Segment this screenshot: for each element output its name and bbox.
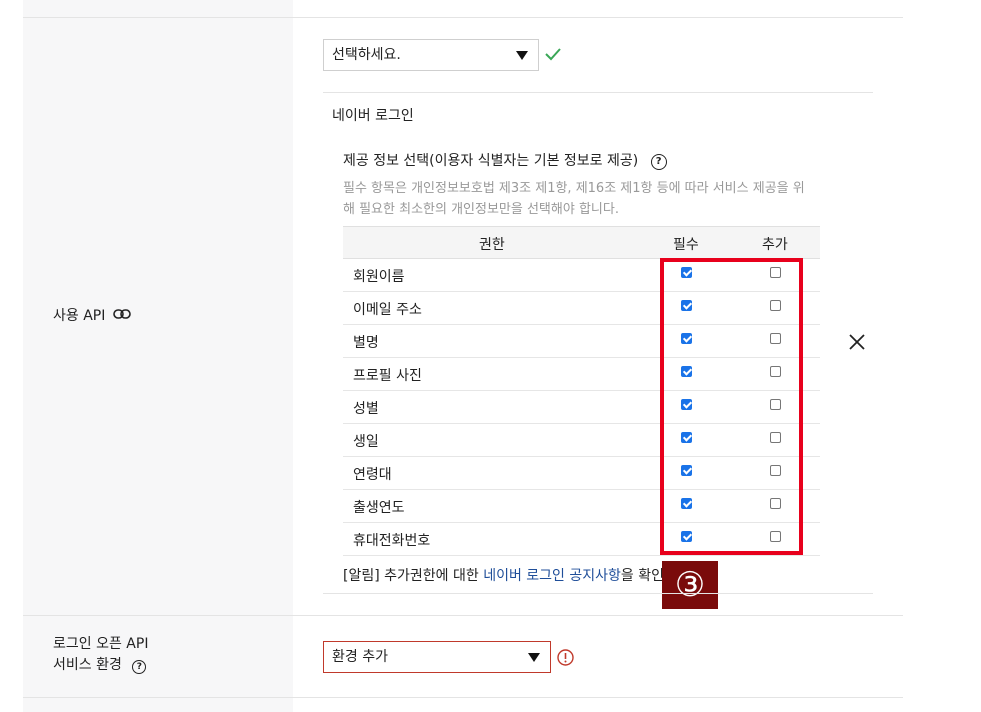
permission-label: 프로필 사진 [353, 368, 422, 384]
top-divider [23, 17, 903, 18]
openapi-label-line2-row: 서비스 환경 ? [53, 655, 148, 676]
step-badge-label: ③ [674, 565, 706, 605]
desc-line2: 해 필요한 최소한의 개인정보만을 선택해야 합니다. [343, 202, 619, 217]
header-additional: 추가 [762, 237, 788, 253]
api-label: 사용 API [53, 308, 106, 324]
api-select-value: 선택하세요. [332, 47, 401, 63]
link-icon[interactable] [113, 306, 131, 326]
left-label-column [23, 0, 293, 712]
help-icon[interactable]: ? [650, 154, 667, 170]
highlight-box [660, 258, 803, 555]
table-header: 권한 필수 추가 [343, 226, 820, 259]
openapi-env-label: 로그인 오픈 API 서비스 환경 ? [53, 634, 148, 676]
info-description: 필수 항목은 개인정보보호법 제3조 제1항, 제16조 제1항 등에 따라 서… [343, 178, 805, 220]
chevron-down-icon [528, 653, 540, 662]
header-permission: 권한 [479, 237, 505, 253]
warning-icon [557, 649, 574, 670]
notice-text: [알림] 추가권한에 대한 네이버 로그인 공지사항을 확인 [343, 565, 664, 585]
notice-prefix: [알림] 추가권한에 대한 [343, 568, 484, 584]
desc-line1: 필수 항목은 개인정보보호법 제3조 제1항, 제16조 제1항 등에 따라 서… [343, 181, 805, 196]
openapi-label-line1: 로그인 오픈 API [53, 636, 149, 652]
chevron-down-icon [516, 51, 528, 60]
permission-label: 출생연도 [353, 500, 405, 516]
step-badge: ③ [662, 561, 718, 609]
permission-label: 연령대 [353, 467, 392, 483]
api-label-row: 사용 API [53, 306, 131, 326]
permission-label: 회원이름 [353, 269, 405, 285]
bottom-divider [23, 697, 903, 698]
permission-label: 생일 [353, 434, 379, 450]
notice-link[interactable]: 네이버 로그인 공지사항 [483, 568, 621, 584]
check-icon [544, 46, 562, 65]
permission-label: 이메일 주소 [353, 302, 422, 318]
info-title: 제공 정보 선택(이용자 식별자는 기본 정보로 제공) [343, 153, 639, 169]
openapi-label-line2: 서비스 환경 [53, 657, 122, 673]
env-select-value: 환경 추가 [332, 649, 388, 665]
login-section-title: 네이버 로그인 [332, 108, 414, 124]
help-icon[interactable]: ? [132, 660, 147, 674]
header-required: 필수 [673, 237, 699, 253]
api-select[interactable]: 선택하세요. [323, 39, 539, 71]
permission-label: 휴대전화번호 [353, 533, 431, 549]
section-divider [323, 593, 873, 594]
permission-label: 성별 [353, 401, 379, 417]
notice-suffix: 을 확인 [620, 568, 664, 584]
env-select[interactable]: 환경 추가 [323, 641, 551, 673]
permission-label: 별명 [353, 335, 379, 351]
close-icon[interactable] [849, 334, 865, 354]
select-divider [323, 92, 873, 93]
info-title-row: 제공 정보 선택(이용자 식별자는 기본 정보로 제공) ? [343, 150, 667, 170]
row-divider [23, 615, 903, 616]
